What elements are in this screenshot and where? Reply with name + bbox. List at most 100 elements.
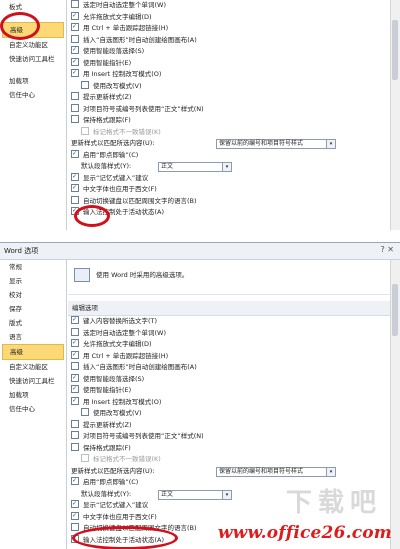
checkbox[interactable]: [71, 0, 79, 8]
option-row[interactable]: 用 Insert 控制改写模式(O): [68, 396, 400, 409]
option-row[interactable]: 保持格式跟踪(F): [68, 442, 400, 455]
option-row[interactable]: 插入“自选图形”时自动创建绘图画布(A): [68, 362, 400, 374]
option-row[interactable]: 使用智能段落选择(S): [68, 46, 400, 58]
checkbox[interactable]: [71, 195, 79, 204]
chevron-down-icon[interactable]: ▾: [222, 490, 231, 499]
checkbox[interactable]: [71, 385, 79, 393]
option-row[interactable]: 输入法控制处于活动状态(A): [68, 207, 400, 219]
option-row[interactable]: 保持格式跟踪(F): [68, 115, 400, 127]
option-row[interactable]: 插入“自选图形”时自动创建绘图画布(A): [68, 34, 400, 47]
sidebar-separator: [0, 66, 66, 74]
sidebar-item[interactable]: 显示: [0, 274, 66, 288]
option-row[interactable]: 使用智能段落选择(S): [68, 373, 400, 386]
sidebar-item[interactable]: 语言: [0, 330, 66, 344]
option-row[interactable]: 对项目符号或编号列表使用“正文”样式(N): [68, 431, 400, 443]
sidebar-item[interactable]: 加载项: [0, 74, 66, 88]
checkbox[interactable]: [81, 408, 89, 416]
checkbox[interactable]: [71, 172, 79, 181]
option-row[interactable]: 允许拖放式文字编辑(D): [68, 11, 400, 24]
checkbox[interactable]: [81, 126, 89, 135]
checkbox[interactable]: [71, 327, 79, 336]
window-buttons[interactable]: ? ✕: [381, 245, 395, 254]
checkbox[interactable]: [71, 431, 79, 439]
option-row[interactable]: 使用智能指针(E): [68, 385, 400, 397]
sidebar-item[interactable]: 常规: [0, 260, 66, 274]
checkbox[interactable]: [71, 34, 79, 43]
sidebar-item[interactable]: 版式: [0, 316, 66, 330]
bottom-scroll-thumb[interactable]: [392, 284, 398, 336]
top-scrollbar[interactable]: [390, 0, 400, 230]
checkbox[interactable]: [71, 23, 79, 31]
option-row[interactable]: 启用“即点即输”(C): [68, 149, 400, 162]
option-row[interactable]: 提示更新样式(Z): [68, 92, 400, 104]
sidebar-item[interactable]: 校对: [0, 288, 66, 302]
checkbox[interactable]: [71, 339, 79, 347]
option-row[interactable]: 使用智能指针(E): [68, 57, 400, 70]
top-scroll-thumb[interactable]: [392, 20, 398, 80]
option-row[interactable]: 键入内容替换所选文字(T): [68, 316, 400, 328]
checkbox[interactable]: [71, 316, 79, 324]
option-row[interactable]: 用 Ctrl + 单击跟踪超链接(H): [68, 23, 400, 35]
checkbox[interactable]: [71, 373, 79, 382]
checkbox[interactable]: [71, 442, 79, 451]
paragraph-style-select[interactable]: 正文 ▾: [158, 489, 232, 500]
checkbox[interactable]: [71, 103, 79, 112]
chevron-down-icon[interactable]: ▾: [326, 140, 335, 148]
checkbox[interactable]: [71, 184, 79, 192]
option-label: 提示更新样式(Z): [83, 93, 132, 101]
checkbox[interactable]: [71, 419, 79, 428]
checkbox[interactable]: [71, 500, 79, 508]
option-label: 选定时自动选定整个单词(W): [83, 328, 166, 337]
checkbox[interactable]: [71, 92, 79, 100]
checkbox[interactable]: [71, 477, 79, 485]
option-row[interactable]: 显示“记忆式键入”建议: [68, 172, 400, 185]
sidebar-item[interactable]: 板式: [0, 0, 66, 14]
checkbox[interactable]: [71, 115, 79, 123]
checkbox[interactable]: [71, 11, 79, 20]
checkbox[interactable]: [71, 46, 79, 54]
option-label: 选定时自动选定整个单词(W): [83, 1, 166, 9]
sidebar-item[interactable]: 快速访问工具栏: [0, 374, 66, 388]
sidebar-item[interactable]: 信任中心: [0, 402, 66, 416]
paragraph-style-select[interactable]: 正文 ▾: [158, 162, 232, 172]
option-row[interactable]: 标记格式不一致错误(K): [68, 454, 400, 466]
sidebar-item[interactable]: 信任中心: [0, 88, 66, 102]
sidebar-item[interactable]: 加载项: [0, 388, 66, 402]
option-label: 使用智能指针(E): [83, 386, 132, 394]
option-row[interactable]: 用 Ctrl + 单击跟踪超链接(H): [68, 350, 400, 363]
update-style-select[interactable]: 保留以前的编号和项目符号样式 ▾: [216, 139, 336, 149]
checkbox[interactable]: [71, 523, 79, 531]
sidebar-item[interactable]: 高级: [2, 344, 64, 360]
option-label: 允许拖放式文字编辑(D): [83, 340, 152, 348]
option-row[interactable]: 中文字体也应用于西文(F): [68, 184, 400, 196]
checkbox[interactable]: [81, 454, 89, 462]
option-row[interactable]: 提示更新样式(Z): [68, 419, 400, 432]
checkbox[interactable]: [71, 69, 79, 77]
chevron-down-icon[interactable]: ▾: [222, 163, 231, 171]
checkbox[interactable]: [81, 80, 89, 89]
update-style-select[interactable]: 保留以前的编号和项目符号样式 ▾: [216, 466, 336, 477]
checkbox[interactable]: [71, 362, 79, 370]
checkbox[interactable]: [71, 350, 79, 359]
sidebar-item[interactable]: 快速访问工具栏: [0, 52, 66, 66]
sidebar-item[interactable]: 自定义功能区: [0, 38, 66, 52]
checkbox[interactable]: [71, 396, 79, 405]
option-row[interactable]: 自动切换键盘以匹配周围文字的语言(B): [68, 195, 400, 208]
option-row[interactable]: 使用改写模式(V): [68, 408, 400, 420]
option-row[interactable]: 选定时自动选定整个单词(W): [68, 0, 400, 12]
option-row[interactable]: 使用改写模式(V): [68, 80, 400, 93]
sidebar-item[interactable]: 自定义功能区: [0, 360, 66, 374]
option-row[interactable]: 对项目符号或编号列表使用“正文”样式(N): [68, 103, 400, 116]
option-row[interactable]: 选定时自动选定整个单词(W): [68, 327, 400, 340]
sidebar-item[interactable]: 保存: [0, 302, 66, 316]
bottom-scrollbar[interactable]: [390, 260, 400, 549]
checkbox[interactable]: [71, 149, 79, 158]
checkbox[interactable]: [71, 57, 79, 66]
option-row[interactable]: 用 Insert 控制改写模式(O): [68, 69, 400, 81]
option-label: 启用“即点即输”(C): [83, 150, 139, 159]
option-row[interactable]: 标记格式不一致错误(K): [68, 126, 400, 139]
option-row[interactable]: 允许拖放式文字编辑(D): [68, 339, 400, 351]
chevron-down-icon[interactable]: ▾: [326, 467, 335, 476]
checkbox[interactable]: [71, 511, 79, 520]
option-row[interactable]: 默认段落样式(Y): 正文 ▾: [68, 161, 400, 173]
